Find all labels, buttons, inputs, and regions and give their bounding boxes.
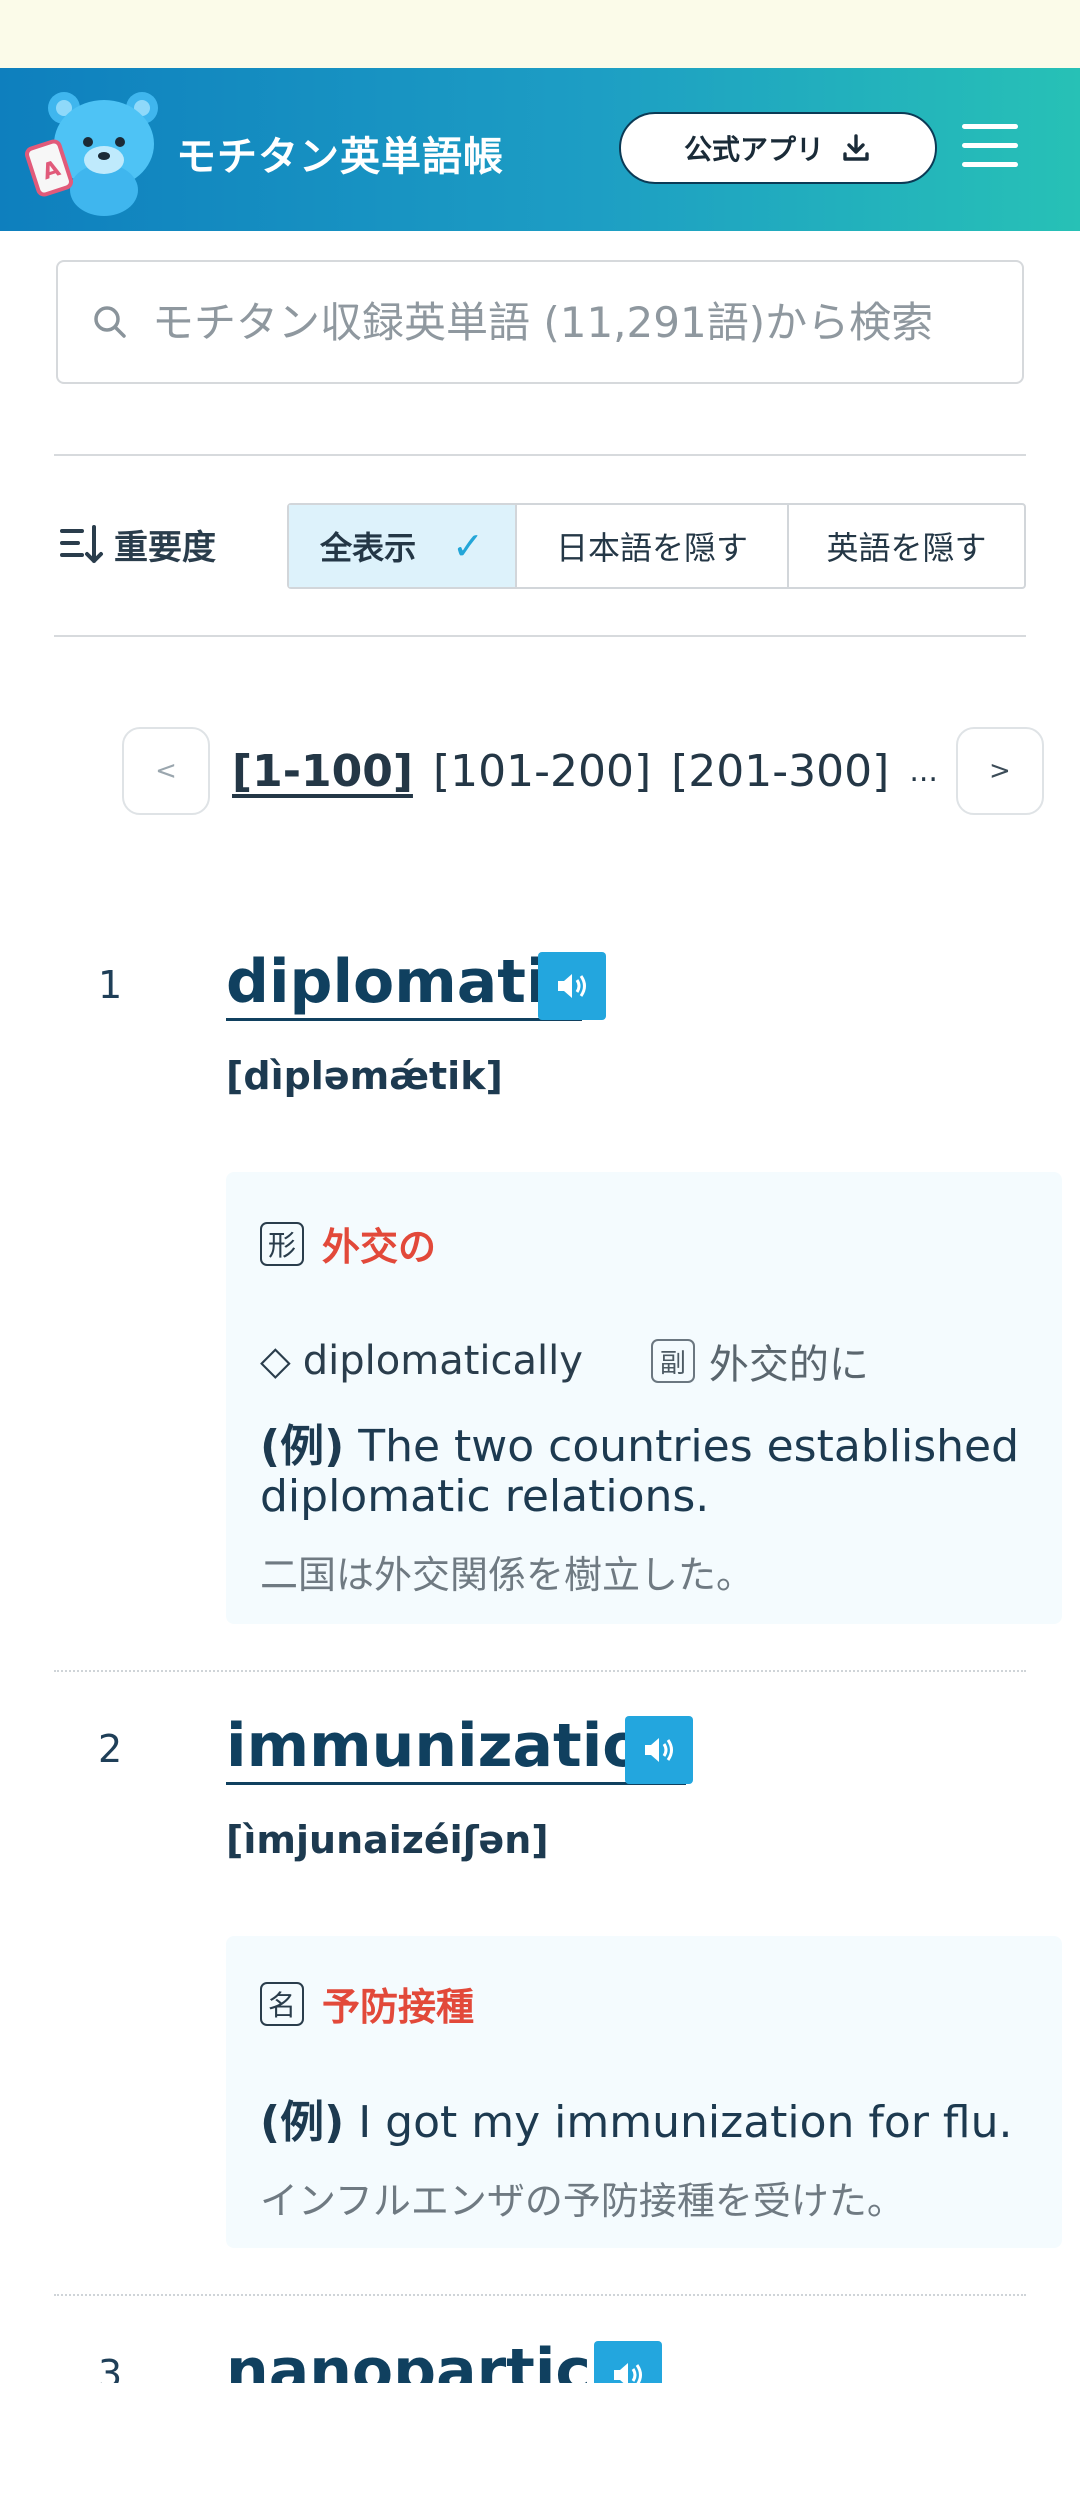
site-header: A モチタン英単語帳 公式アプリ: [0, 68, 1080, 231]
example-sentence: (例) I got my immunization for flu.: [260, 2098, 1040, 2148]
page-ellipsis: ...: [909, 753, 938, 789]
entry-divider: [54, 2294, 1026, 2296]
entry-number: 2: [98, 1727, 123, 1771]
example-tag: (例): [260, 1421, 345, 1472]
search-input[interactable]: [150, 296, 1014, 348]
page-link[interactable]: [101-200]: [433, 746, 651, 797]
toggle-hide-english[interactable]: 英語を隠す: [789, 505, 1024, 587]
app-title[interactable]: モチタン英単語帳: [176, 124, 504, 182]
example-english: I got my immunization for flu.: [358, 2097, 1013, 2148]
sort-label: 重要度: [114, 528, 216, 568]
meaning: 予防接種: [322, 1985, 475, 2029]
part-of-speech-row: 形 外交の: [260, 1216, 436, 1271]
definition-card: 名 予防接種 (例) I got my immunization for flu.…: [226, 1936, 1062, 2248]
top-banner-strip: [0, 0, 1080, 68]
display-toggle: 全表示 ✓ 日本語を隠す 英語を隠す: [287, 503, 1026, 589]
definition-card: 形 外交の ◇ diplomatically 副 外交的に (例) The two…: [226, 1172, 1062, 1624]
pos-badge: 名: [260, 1981, 304, 2026]
check-icon: ✓: [452, 524, 484, 568]
derivative-row: ◇ diplomatically 副 外交的に: [260, 1332, 869, 1390]
sort-control[interactable]: 重要度: [58, 520, 216, 569]
meaning: 外交の: [322, 1225, 437, 1269]
derivative-word: diplomatically: [302, 1338, 583, 1384]
entry-word-link[interactable]: immunization: [226, 1710, 687, 1785]
example-sentence: (例) The two countries established diploma…: [260, 1422, 1040, 1522]
download-icon: [843, 134, 869, 161]
page-link-current[interactable]: [1-100]: [232, 746, 413, 797]
prev-page-button[interactable]: <: [122, 727, 210, 815]
diamond-icon: ◇: [260, 1338, 291, 1384]
next-page-button[interactable]: >: [955, 727, 1044, 815]
pronunciation: [ìmjunaizéiʃən]: [226, 1818, 549, 1862]
speaker-icon[interactable]: [625, 1716, 693, 1784]
divider: [54, 454, 1026, 456]
entry-divider: [54, 1670, 1026, 1672]
entry-number: 1: [98, 963, 123, 1007]
mascot-logo-icon[interactable]: A: [24, 86, 164, 216]
viewport-cutoff: [0, 2383, 1080, 2520]
pos-badge: 副: [650, 1339, 695, 1383]
page-link[interactable]: [201-300]: [671, 746, 889, 797]
hamburger-menu-icon[interactable]: [962, 124, 1018, 172]
example-japanese: インフルエンザの予防接種を受けた。: [260, 2179, 905, 2223]
example-english: The two countries established diplomatic…: [260, 1421, 1020, 1522]
pagination: < [1-100] [101-200] [201-300] ... >: [122, 726, 1044, 816]
search-box[interactable]: [56, 260, 1024, 384]
divider: [54, 635, 1026, 637]
search-icon: [94, 306, 126, 338]
official-app-button[interactable]: 公式アプリ: [619, 112, 937, 184]
pos-badge: 形: [260, 1221, 304, 1266]
speaker-icon[interactable]: [538, 952, 606, 1020]
toggle-show-all-label: 全表示: [320, 529, 417, 567]
official-app-label: 公式アプリ: [683, 133, 824, 166]
part-of-speech-row: 名 予防接種: [260, 1976, 474, 2031]
derivative-meaning: 外交的に: [708, 1342, 869, 1388]
pronunciation: [dìpləmǽtik]: [226, 1054, 503, 1098]
example-tag: (例): [260, 2097, 345, 2148]
toggle-hide-japanese[interactable]: 日本語を隠す: [517, 505, 789, 587]
example-japanese: 二国は外交関係を樹立した。: [260, 1553, 755, 1597]
sort-icon: [60, 524, 103, 563]
entry-word-link[interactable]: diplomatic: [226, 946, 583, 1021]
toggle-show-all[interactable]: 全表示 ✓: [289, 505, 517, 587]
